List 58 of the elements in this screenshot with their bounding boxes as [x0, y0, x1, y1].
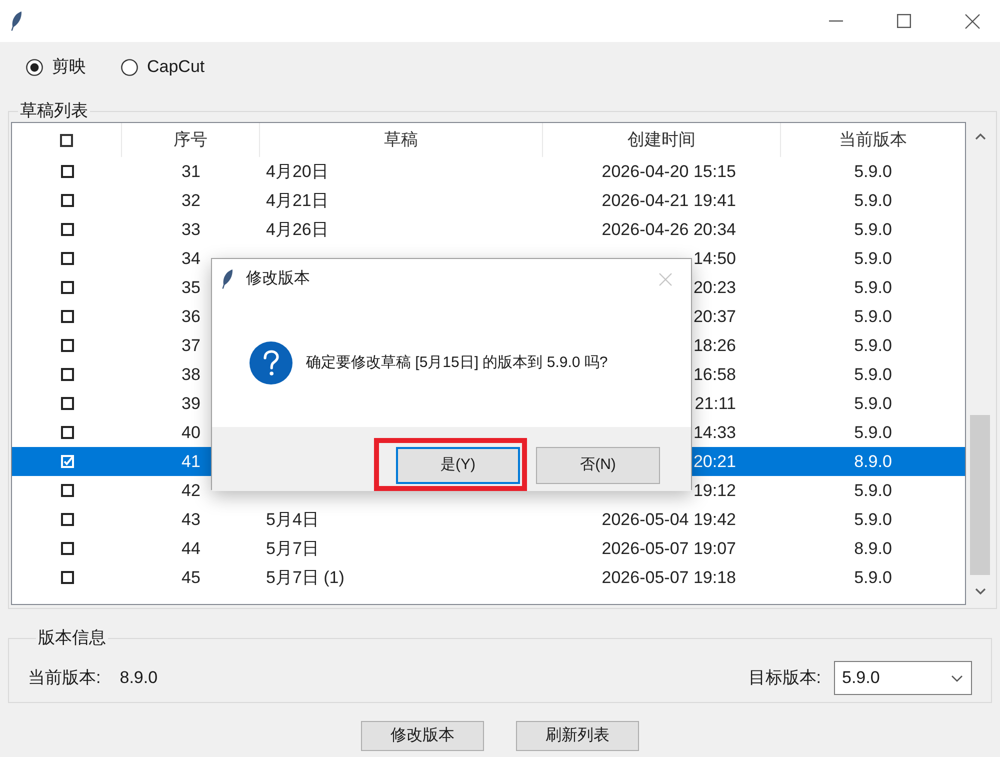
- table-cell-text: 5月7日 (1): [266, 566, 344, 589]
- table-cell-text: 42: [182, 480, 200, 502]
- table-cell-text: 5.9.0: [854, 248, 892, 270]
- table-cell-text: 18:26: [693, 334, 736, 357]
- table-cell-text: 37: [182, 334, 200, 357]
- table-cell-text: 5.9.0: [854, 392, 892, 415]
- table-cell-text: 39: [182, 392, 200, 415]
- field-label: 当前版本:: [28, 667, 101, 690]
- table-cell-text: 5.9.0: [854, 364, 892, 386]
- table-cell-text: 5.9.0: [854, 566, 892, 589]
- table-cell-text: 31: [182, 160, 200, 183]
- table-cell-text: 5.9.0: [854, 218, 892, 241]
- table-cell-text: 5.9.0: [854, 160, 892, 183]
- table-cell-text: 44: [182, 538, 200, 560]
- table-cell-text: 33: [182, 218, 200, 241]
- table-cell-text: 5.9.0: [854, 276, 892, 299]
- table-cell-text: 2026-04-20 15:15: [602, 160, 736, 183]
- table-cell-text: 8.9.0: [854, 450, 892, 473]
- table-cell-text: 5月7日: [266, 538, 319, 560]
- table-cell-text: 14:33: [693, 422, 736, 444]
- table-cell-text: 5.9.0: [854, 422, 892, 444]
- table-cell-text: 36: [182, 306, 200, 328]
- table-cell-text: 4月20日: [266, 160, 328, 183]
- table-cell-text: 2026-05-07 19:18: [602, 566, 736, 589]
- table-cell-text: 20:37: [693, 306, 736, 328]
- table-cell-text: 2026-05-07 19:07: [602, 538, 736, 560]
- table-cell-text: 5.9.0: [854, 334, 892, 357]
- table-cell-text: 2026-04-26 20:34: [602, 218, 736, 241]
- group-label: 版本信息: [37, 627, 107, 649]
- table-cell-text: 40: [182, 422, 200, 444]
- table-cell-text: 41: [182, 450, 200, 473]
- table-cell-text: 4月21日: [266, 190, 328, 212]
- table-cell-text: 38: [182, 364, 200, 386]
- table-cell-text: 4月26日: [266, 218, 328, 241]
- table-cell-text: 5.9.0: [854, 480, 892, 502]
- table-cell-text: 19:12: [693, 480, 736, 502]
- table-cell-text: 43: [182, 508, 200, 531]
- table-cell-text: 20:21: [693, 450, 736, 473]
- field-label: 目标版本:: [748, 667, 821, 690]
- group-label: 草稿列表: [19, 100, 89, 122]
- dialog-title: 修改版本: [246, 268, 310, 289]
- table-cell-text: 14:50: [693, 248, 736, 270]
- table-cell-text: 16:58: [693, 364, 736, 386]
- table-cell-text: 32: [182, 190, 200, 212]
- table-cell-text: 20:23: [693, 276, 736, 299]
- table-cell-text: 5.9.0: [854, 306, 892, 328]
- table-cell-text: 35: [182, 276, 200, 299]
- dialog-message: 确定要修改草稿 [5月15日] 的版本到 5.9.0 吗?: [306, 352, 608, 373]
- table-cell-text: 5月4日: [266, 508, 319, 531]
- table-cell-text: 2026-04-21 19:41: [602, 190, 736, 212]
- table-cell-text: 2026-05-04 19:42: [602, 508, 736, 531]
- table-cell-text: 45: [182, 566, 200, 589]
- table-cell-text: 5.9.0: [854, 190, 892, 212]
- field-value: 8.9.0: [120, 667, 158, 690]
- table-cell-text: 8.9.0: [854, 538, 892, 560]
- table-cell-text: 5.9.0: [854, 508, 892, 531]
- table-cell-text: 34: [182, 248, 200, 270]
- table-cell-text: 21:11: [694, 392, 736, 415]
